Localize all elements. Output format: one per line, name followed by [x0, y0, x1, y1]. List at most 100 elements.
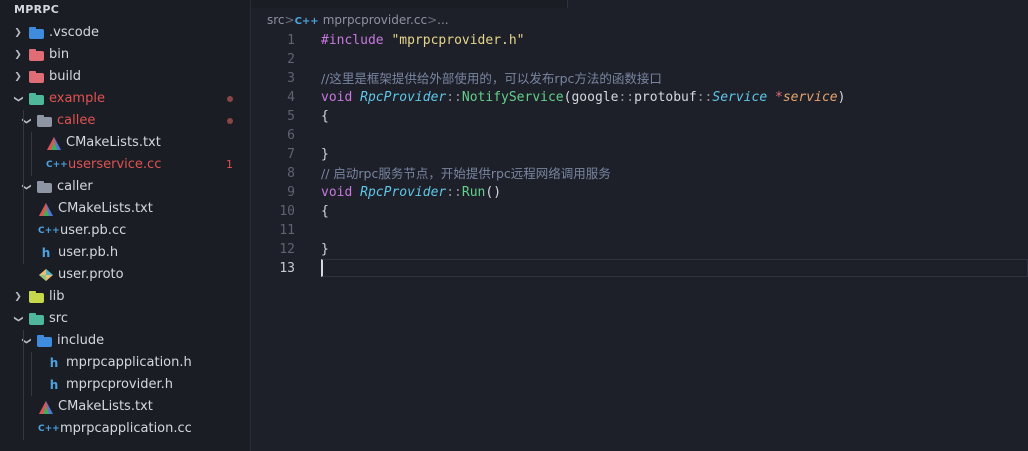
error-dot-icon — [227, 118, 233, 124]
code-editor[interactable]: 1 #include "mprpcprovider.h" 2 3 //这里是框架提供给外… — [251, 31, 1028, 451]
header-file-icon: h — [41, 246, 51, 260]
code-token: { — [321, 109, 329, 124]
tree-item-label: mprpcapplication.h — [66, 355, 192, 370]
code-token: :: — [446, 185, 462, 200]
tree-item-label: build — [49, 69, 81, 84]
tab-bar — [251, 0, 1028, 9]
code-token: RpcProvider — [360, 90, 447, 105]
code-token: () — [485, 185, 502, 200]
header-file-icon: h — [49, 356, 59, 370]
tree-folder-caller[interactable]: ❯ caller — [0, 176, 250, 198]
chevron-down-icon[interactable]: ❯ — [15, 182, 37, 192]
line-number: 6 — [287, 128, 295, 143]
tree-item-label: lib — [49, 289, 65, 304]
code-token: Run — [461, 185, 486, 200]
code-line[interactable] — [321, 221, 1028, 240]
tree-file-mprpcapplication-cc[interactable]: C++ mprpcapplication.cc — [0, 418, 250, 440]
code-line[interactable]: { — [321, 202, 1028, 221]
code-line[interactable]: //这里是框架提供给外部使用的，可以发布rpc方法的函数接口 — [321, 69, 1028, 88]
example-folder-icon — [29, 93, 44, 105]
tree-file-cmakelists-txt[interactable]: CMakeLists.txt — [0, 396, 250, 418]
code-token: protobuf — [634, 90, 697, 105]
tree-folder-build[interactable]: ❯ build — [0, 66, 250, 88]
tree-file-mprpcprovider-h[interactable]: h mprpcprovider.h — [0, 374, 250, 396]
include-folder-icon — [37, 335, 52, 347]
code-token: (google — [563, 90, 619, 105]
tree-item-label: mprpcapplication.cc — [60, 421, 192, 436]
tree-file-cmakelists-txt[interactable]: CMakeLists.txt — [0, 132, 250, 154]
code-token: :: — [696, 90, 713, 105]
chevron-right-icon[interactable]: ❯ — [13, 66, 23, 88]
caller-folder-icon — [37, 181, 52, 193]
vscode-folder-icon — [29, 27, 44, 39]
problem-count-badge: 1 — [226, 158, 233, 171]
code-token: } — [321, 147, 329, 162]
error-dot-icon — [227, 96, 233, 102]
tree-item-label: include — [57, 333, 105, 348]
tree-file-mprpcapplication-h[interactable]: h mprpcapplication.h — [0, 352, 250, 374]
proto-file-icon — [38, 269, 54, 281]
code-token: :: — [618, 90, 635, 105]
code-line[interactable]: { — [321, 107, 1028, 126]
tree-folder-bin[interactable]: ❯ bin — [0, 44, 250, 66]
tree-file-userservice-cc[interactable]: C++ userservice.cc 1 — [0, 154, 250, 176]
code-token: ) — [837, 90, 846, 105]
code-line[interactable]: #include "mprpcprovider.h" — [321, 31, 1028, 50]
tree-file-user-pb-h[interactable]: h user.pb.h — [0, 242, 250, 264]
cmake-icon — [38, 401, 54, 414]
tree-item-label: CMakeLists.txt — [58, 201, 153, 216]
tree-folder-lib[interactable]: ❯ lib — [0, 286, 250, 308]
line-number: 13 — [279, 261, 295, 276]
code-line[interactable] — [321, 50, 1028, 69]
line-number: 11 — [279, 223, 295, 238]
breadcrumb-separator: > — [284, 13, 295, 27]
code-line[interactable]: void RpcProvider::Run() — [321, 183, 1028, 202]
indent-guide — [31, 132, 32, 176]
explorer-sidebar: MPRPC ❯ .vscode ❯ bin ❯ build ❯ example ❯ callee C… — [0, 0, 251, 451]
code-token: "mprpcprovider.h" — [391, 33, 525, 48]
cpp-file-icon: C++ — [38, 226, 60, 236]
chevron-down-icon[interactable]: ❯ — [7, 314, 29, 324]
tree-file-user-proto[interactable]: user.proto — [0, 264, 250, 286]
code-line[interactable] — [321, 259, 1028, 278]
chevron-down-icon[interactable]: ❯ — [7, 94, 29, 104]
line-number: 9 — [287, 185, 295, 200]
code-token: { — [321, 204, 329, 219]
tree-item-label: .vscode — [49, 25, 99, 40]
tree-folder-example[interactable]: ❯ example — [0, 88, 250, 110]
active-tab[interactable] — [568, 0, 1028, 9]
code-line[interactable] — [321, 126, 1028, 145]
tree-folder-include[interactable]: ❯ include — [0, 330, 250, 352]
tree-folder--vscode[interactable]: ❯ .vscode — [0, 22, 250, 44]
code-token: void — [321, 185, 361, 200]
chevron-right-icon[interactable]: ❯ — [13, 286, 23, 308]
line-number: 4 — [287, 90, 295, 105]
indent-guide — [23, 330, 24, 440]
code-token: :: — [446, 90, 462, 105]
header-file-icon: h — [49, 378, 59, 392]
breadcrumb-separator: > — [427, 13, 438, 27]
breadcrumb-segment[interactable]: src — [267, 9, 285, 31]
breadcrumb-segment[interactable]: mprpcprovider.cc — [323, 9, 427, 31]
line-number: 2 — [287, 52, 295, 67]
file-tree: ❯ .vscode ❯ bin ❯ build ❯ example ❯ callee CMakeLi… — [0, 22, 250, 440]
tree-folder-src[interactable]: ❯ src — [0, 308, 250, 330]
breadcrumb-segment[interactable]: ... — [437, 9, 448, 31]
chevron-down-icon[interactable]: ❯ — [15, 116, 37, 126]
tree-file-cmakelists-txt[interactable]: CMakeLists.txt — [0, 198, 250, 220]
code-token: #include — [321, 33, 392, 48]
tree-folder-callee[interactable]: ❯ callee — [0, 110, 250, 132]
chevron-down-icon[interactable]: ❯ — [15, 336, 37, 346]
code-line[interactable]: } — [321, 240, 1028, 259]
tree-item-label: src — [49, 311, 68, 326]
code-line[interactable]: void RpcProvider::NotifyService(google::… — [321, 88, 1028, 107]
tree-item-label: user.pb.h — [58, 245, 119, 260]
chevron-right-icon[interactable]: ❯ — [13, 22, 23, 44]
tree-file-user-pb-cc[interactable]: C++ user.pb.cc — [0, 220, 250, 242]
code-line[interactable]: } — [321, 145, 1028, 164]
code-line[interactable]: // 启动rpc服务节点，开始提供rpc远程网络调用服务 — [321, 164, 1028, 183]
tree-item-label: CMakeLists.txt — [58, 399, 153, 414]
code-token: * — [775, 90, 783, 105]
tree-item-label: CMakeLists.txt — [66, 135, 161, 150]
chevron-right-icon[interactable]: ❯ — [13, 44, 23, 66]
